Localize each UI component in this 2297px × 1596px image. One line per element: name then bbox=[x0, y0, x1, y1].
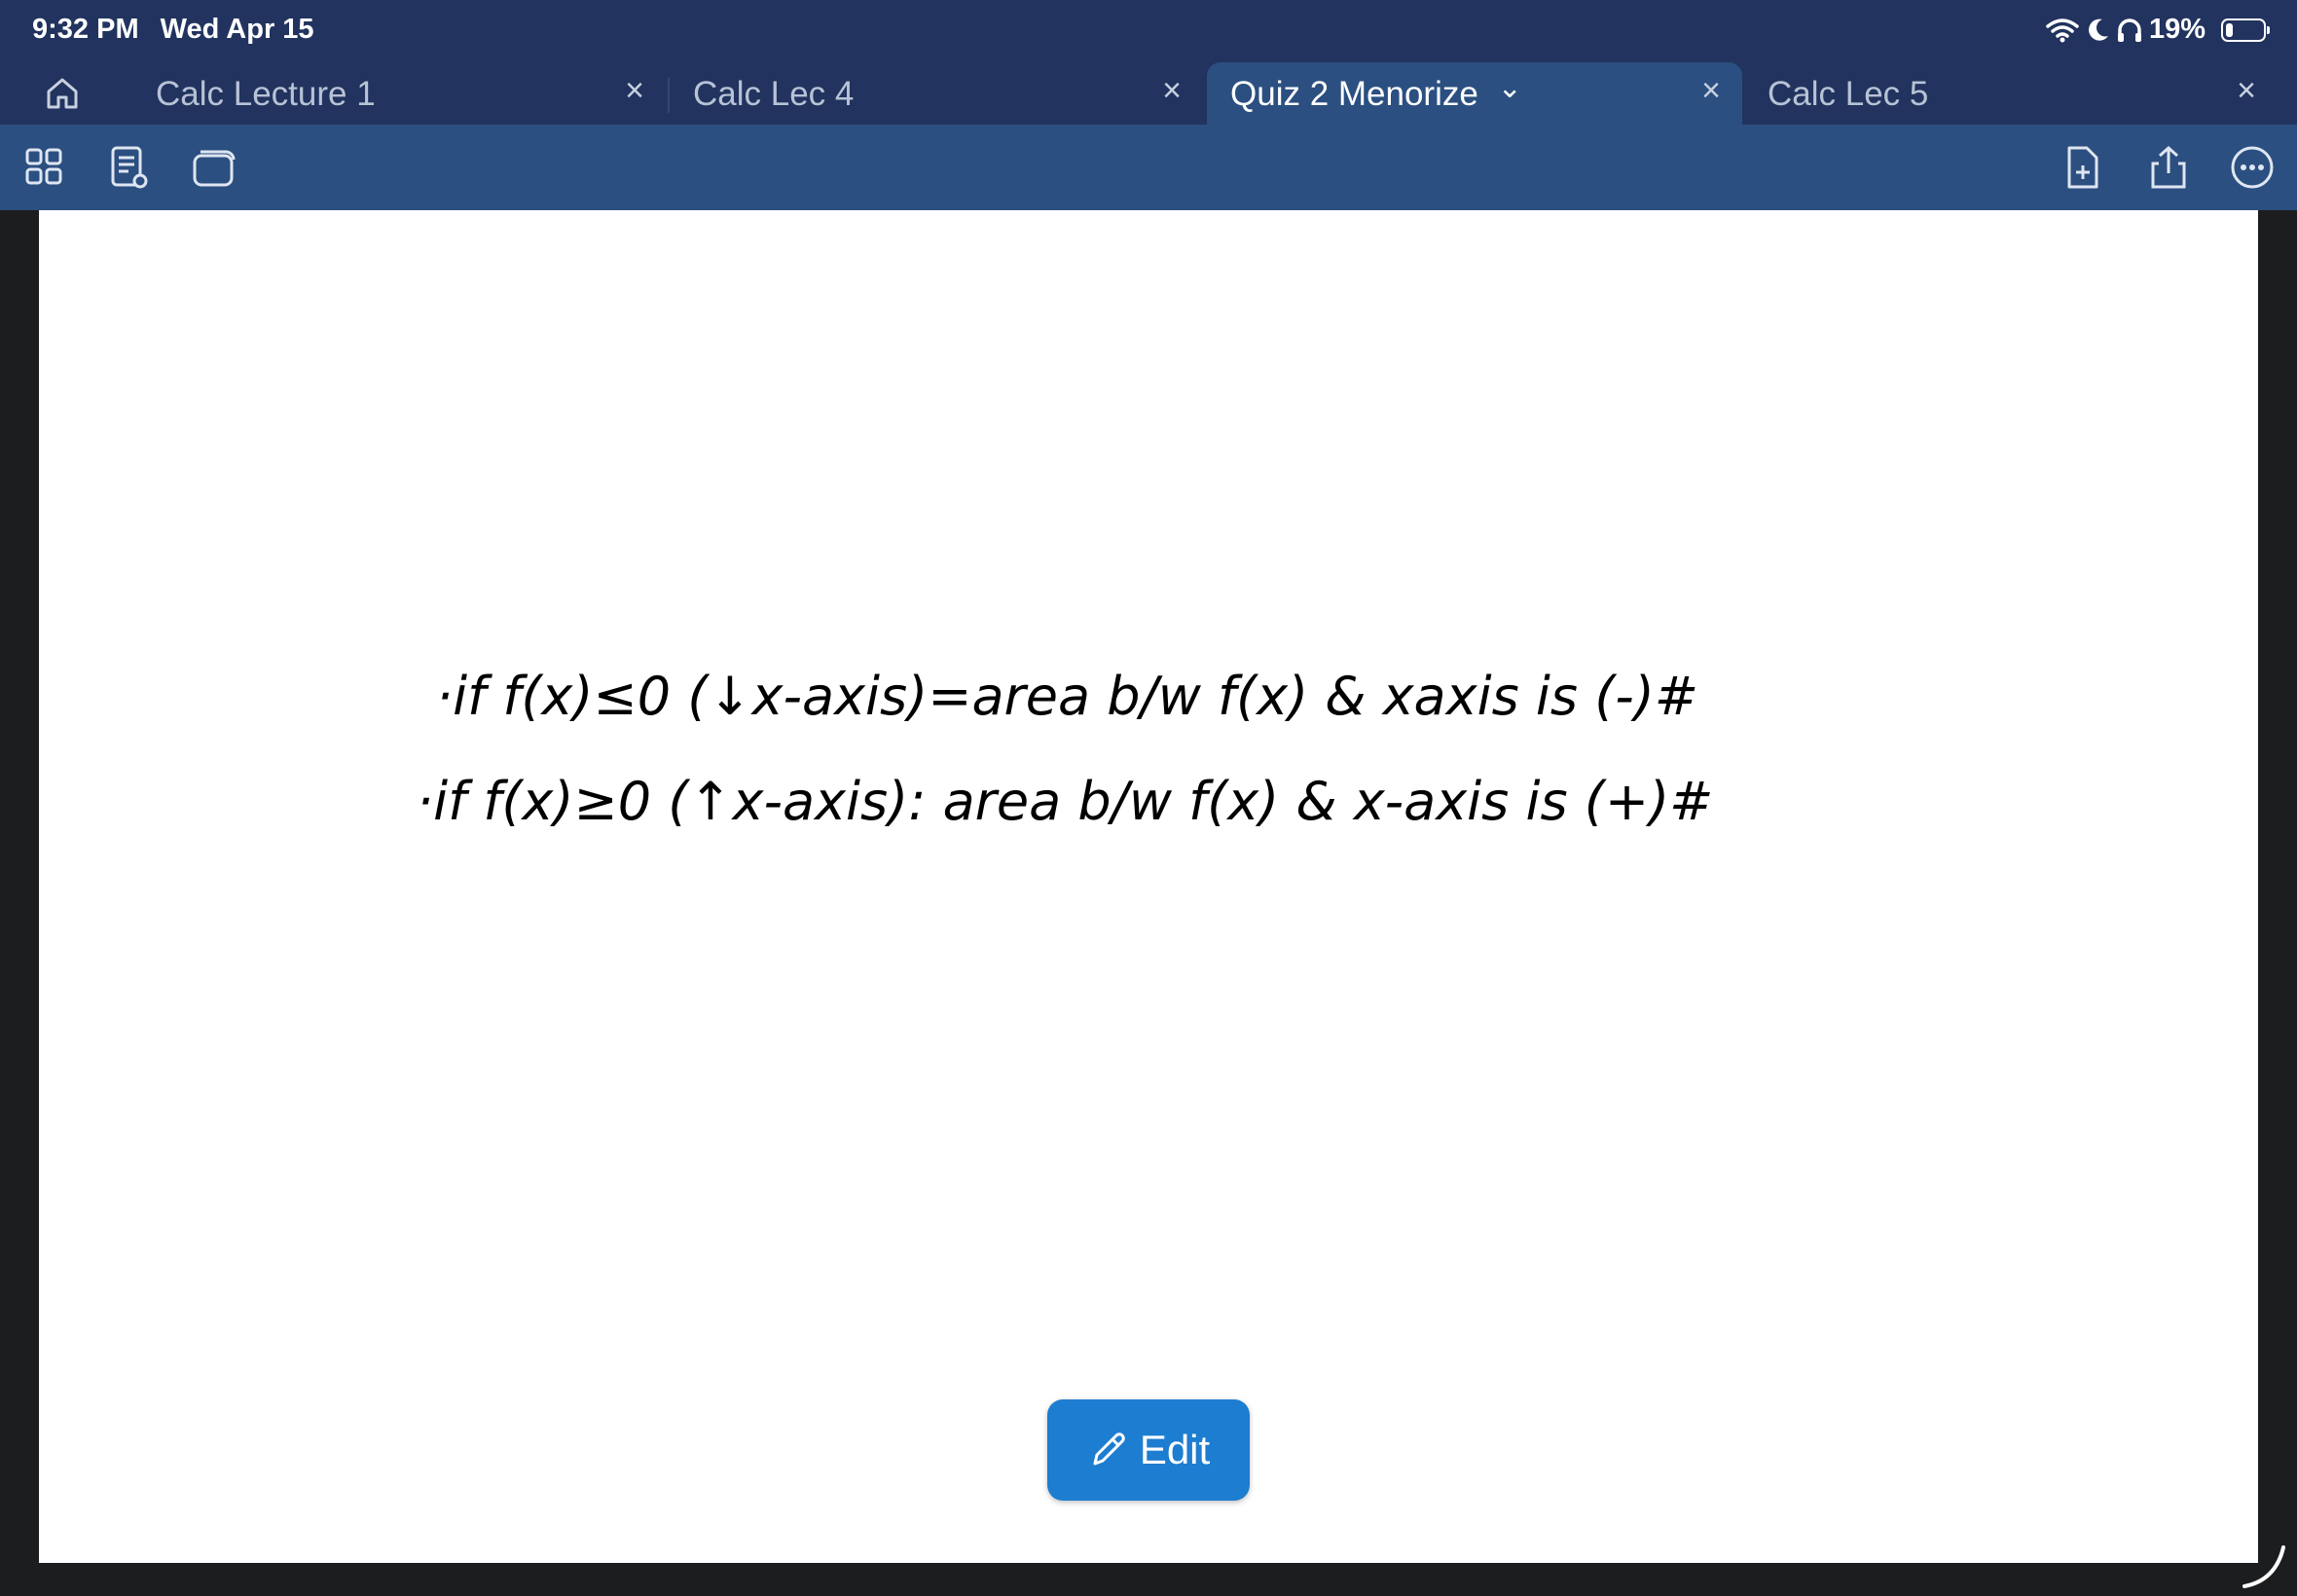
tab-label: Calc Lec 5 bbox=[1768, 75, 1929, 113]
headphones-icon bbox=[2117, 18, 2141, 42]
grid-view-icon[interactable] bbox=[21, 144, 68, 191]
tab-close-icon[interactable]: × bbox=[1701, 72, 1721, 110]
tab-calc-lec-4[interactable]: Calc Lec 4 × bbox=[670, 62, 1203, 125]
battery-percent: 19% bbox=[2148, 14, 2206, 45]
tab-label: Quiz 2 Menorize ⌄ bbox=[1230, 72, 1522, 114]
tab-close-icon[interactable]: × bbox=[1162, 72, 1182, 110]
edit-button-label: Edit bbox=[1139, 1427, 1211, 1472]
tab-bar: Calc Lecture 1 × Calc Lec 4 × Quiz 2 Men… bbox=[0, 60, 2297, 125]
note-line-1: ·if f(x)≤0 (↓x-axis)=area b/w f(x) & xax… bbox=[436, 666, 1698, 727]
more-icon[interactable] bbox=[2229, 144, 2276, 191]
tab-close-icon[interactable]: × bbox=[625, 72, 644, 110]
tab-calc-lecture-1[interactable]: Calc Lecture 1 × bbox=[132, 62, 666, 125]
note-line-2: ·if f(x)≥0 (↑x-axis): area b/w f(x) & x-… bbox=[417, 771, 1713, 832]
resize-corner-icon[interactable] bbox=[2241, 1542, 2289, 1590]
share-icon[interactable] bbox=[2145, 144, 2192, 191]
edit-button[interactable]: Edit bbox=[1047, 1399, 1250, 1501]
pencil-icon bbox=[1093, 1433, 1125, 1466]
status-left: 9:32 PM Wed Apr 15 bbox=[32, 14, 314, 46]
tab-label: Calc Lec 4 bbox=[693, 75, 855, 113]
tab-quiz-2-menorize[interactable]: Quiz 2 Menorize ⌄ × bbox=[1207, 62, 1742, 125]
reader-mode-icon[interactable] bbox=[105, 144, 152, 191]
toolbar bbox=[0, 125, 2297, 210]
add-page-icon[interactable] bbox=[2060, 144, 2106, 191]
status-date: Wed Apr 15 bbox=[160, 14, 314, 45]
wifi-icon bbox=[2046, 18, 2079, 42]
battery-fill bbox=[2226, 22, 2233, 37]
tab-label-text: Quiz 2 Menorize bbox=[1230, 75, 1478, 113]
moon-icon bbox=[2089, 18, 2108, 41]
status-time: 9:32 PM bbox=[32, 14, 139, 45]
battery-icon bbox=[2221, 18, 2270, 42]
chevron-down-icon[interactable]: ⌄ bbox=[1498, 72, 1522, 104]
status-right: 19% bbox=[2046, 14, 2270, 46]
note-page[interactable]: ·if f(x)≤0 (↓x-axis)=area b/w f(x) & xax… bbox=[39, 210, 2258, 1563]
note-handwriting-layer: ·if f(x)≤0 (↓x-axis)=area b/w f(x) & xax… bbox=[417, 666, 1713, 832]
tab-calc-lec-5[interactable]: Calc Lec 5 × bbox=[1744, 62, 2278, 125]
tab-label: Calc Lecture 1 bbox=[156, 75, 376, 113]
windows-icon[interactable] bbox=[191, 144, 237, 191]
status-bar: 9:32 PM Wed Apr 15 19% bbox=[0, 0, 2297, 60]
home-icon[interactable] bbox=[43, 74, 82, 113]
tab-close-icon[interactable]: × bbox=[2237, 72, 2256, 110]
